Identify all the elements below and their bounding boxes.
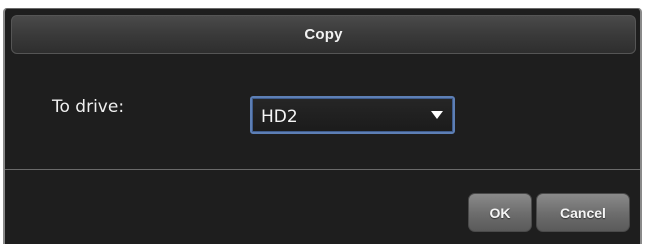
ok-button[interactable]: OK (468, 193, 532, 232)
dialog-title: Copy (304, 26, 343, 43)
drive-select[interactable]: HD2 (250, 96, 455, 134)
cancel-button[interactable]: Cancel (536, 193, 630, 232)
dialog-titlebar: Copy (11, 15, 636, 54)
footer-divider (5, 169, 640, 170)
to-drive-label: To drive: (52, 97, 125, 117)
caret-down-icon[interactable] (431, 111, 443, 119)
copy-dialog: Copy To drive: HD2 OK Cancel (3, 8, 642, 244)
drive-select-value: HD2 (261, 107, 298, 127)
